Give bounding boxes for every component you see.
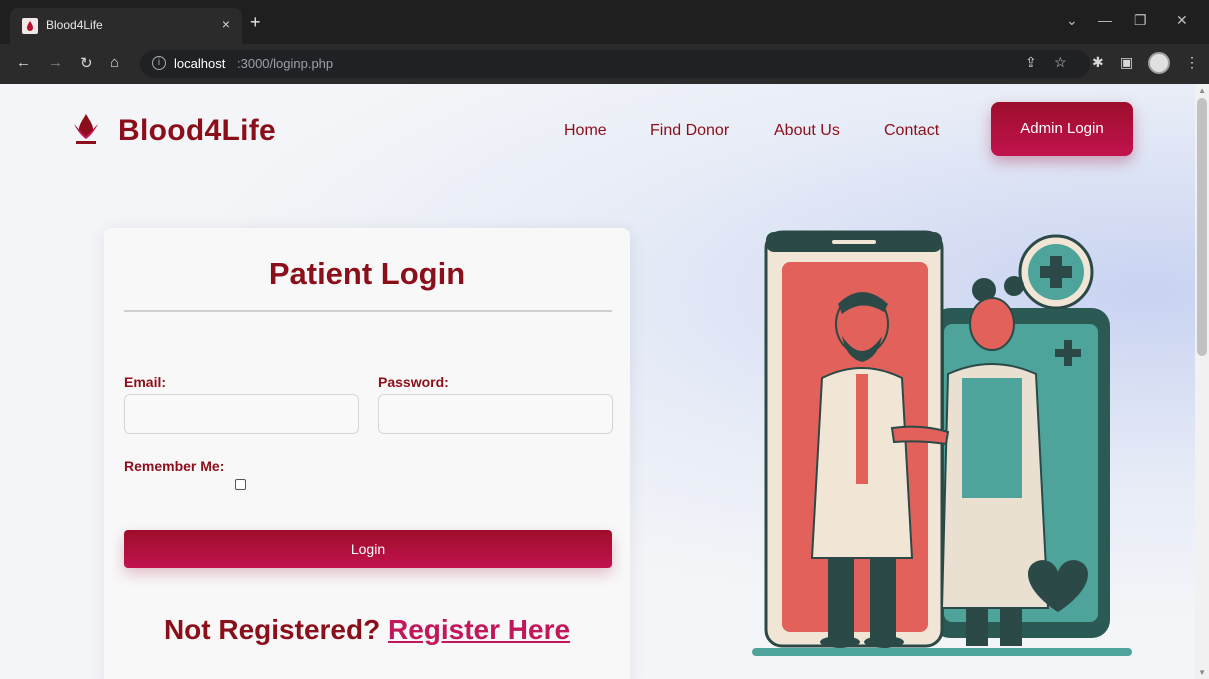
nav-home[interactable]: Home bbox=[564, 122, 607, 140]
url-host: localhost bbox=[174, 56, 226, 71]
register-here-link[interactable]: Register Here bbox=[388, 614, 570, 645]
email-field[interactable] bbox=[124, 394, 359, 434]
scroll-down-icon[interactable]: ▼ bbox=[1198, 668, 1206, 677]
login-button[interactable]: Login bbox=[124, 530, 612, 568]
restore-icon[interactable]: ❐ bbox=[1134, 12, 1147, 29]
tab-close-icon[interactable]: × bbox=[222, 16, 230, 32]
address-bar[interactable]: i localhost :3000/loginp.php bbox=[140, 50, 1090, 78]
remember-me-checkbox[interactable] bbox=[235, 479, 246, 490]
close-window-icon[interactable]: ✕ bbox=[1176, 12, 1188, 29]
blood-drop-logo-icon bbox=[74, 114, 98, 144]
password-label: Password: bbox=[378, 374, 449, 390]
minimize-icon[interactable]: — bbox=[1098, 12, 1112, 28]
menu-icon[interactable]: ⋮ bbox=[1185, 54, 1199, 71]
url-path: :3000/loginp.php bbox=[237, 56, 334, 71]
extensions-icon[interactable]: ✱ bbox=[1092, 54, 1104, 71]
side-panel-icon[interactable]: ▣ bbox=[1120, 54, 1133, 71]
remember-me-label: Remember Me: bbox=[124, 458, 225, 474]
title-divider bbox=[124, 310, 612, 312]
scroll-thumb[interactable] bbox=[1197, 98, 1207, 356]
nav-find-donor[interactable]: Find Donor bbox=[650, 122, 729, 140]
favicon-icon bbox=[22, 18, 38, 34]
profile-avatar[interactable] bbox=[1148, 52, 1170, 74]
tab-search-icon[interactable]: ⌄ bbox=[1066, 12, 1078, 29]
password-field[interactable] bbox=[378, 394, 613, 434]
browser-tab[interactable]: Blood4Life × bbox=[10, 8, 242, 44]
admin-login-button[interactable]: Admin Login bbox=[991, 102, 1133, 156]
scroll-up-icon[interactable]: ▲ bbox=[1198, 86, 1206, 95]
nav-contact[interactable]: Contact bbox=[884, 122, 939, 140]
page-scrollbar[interactable]: ▲ ▼ bbox=[1195, 84, 1209, 679]
browser-titlebar: Blood4Life × + ⌄ — ❐ ✕ bbox=[0, 0, 1209, 44]
bookmark-star-icon[interactable]: ☆ bbox=[1054, 54, 1067, 71]
not-registered-prompt: Not Registered? Register Here bbox=[104, 614, 630, 646]
new-tab-icon[interactable]: + bbox=[250, 13, 261, 31]
nav-about-us[interactable]: About Us bbox=[774, 122, 840, 140]
forward-icon[interactable]: → bbox=[48, 54, 63, 71]
login-title: Patient Login bbox=[268, 256, 466, 291]
browser-toolbar: ← → ↻ ⌂ i localhost :3000/loginp.php ⇪ ☆… bbox=[0, 44, 1209, 84]
brand-name[interactable]: Blood4Life bbox=[118, 114, 276, 148]
not-registered-text: Not Registered? bbox=[163, 614, 381, 645]
tab-title: Blood4Life bbox=[46, 18, 103, 32]
doctors-illustration bbox=[752, 230, 1132, 656]
share-icon[interactable]: ⇪ bbox=[1025, 54, 1037, 71]
email-label: Email: bbox=[124, 374, 167, 390]
patient-login-card: Patient Login Email: Password: Remember … bbox=[104, 228, 630, 679]
site-info-icon[interactable]: i bbox=[152, 56, 166, 70]
page-viewport: Blood4Life Home Find Donor About Us Cont… bbox=[0, 84, 1209, 679]
back-icon[interactable]: ← bbox=[16, 54, 31, 71]
home-icon[interactable]: ⌂ bbox=[110, 54, 119, 71]
reload-icon[interactable]: ↻ bbox=[80, 54, 93, 72]
